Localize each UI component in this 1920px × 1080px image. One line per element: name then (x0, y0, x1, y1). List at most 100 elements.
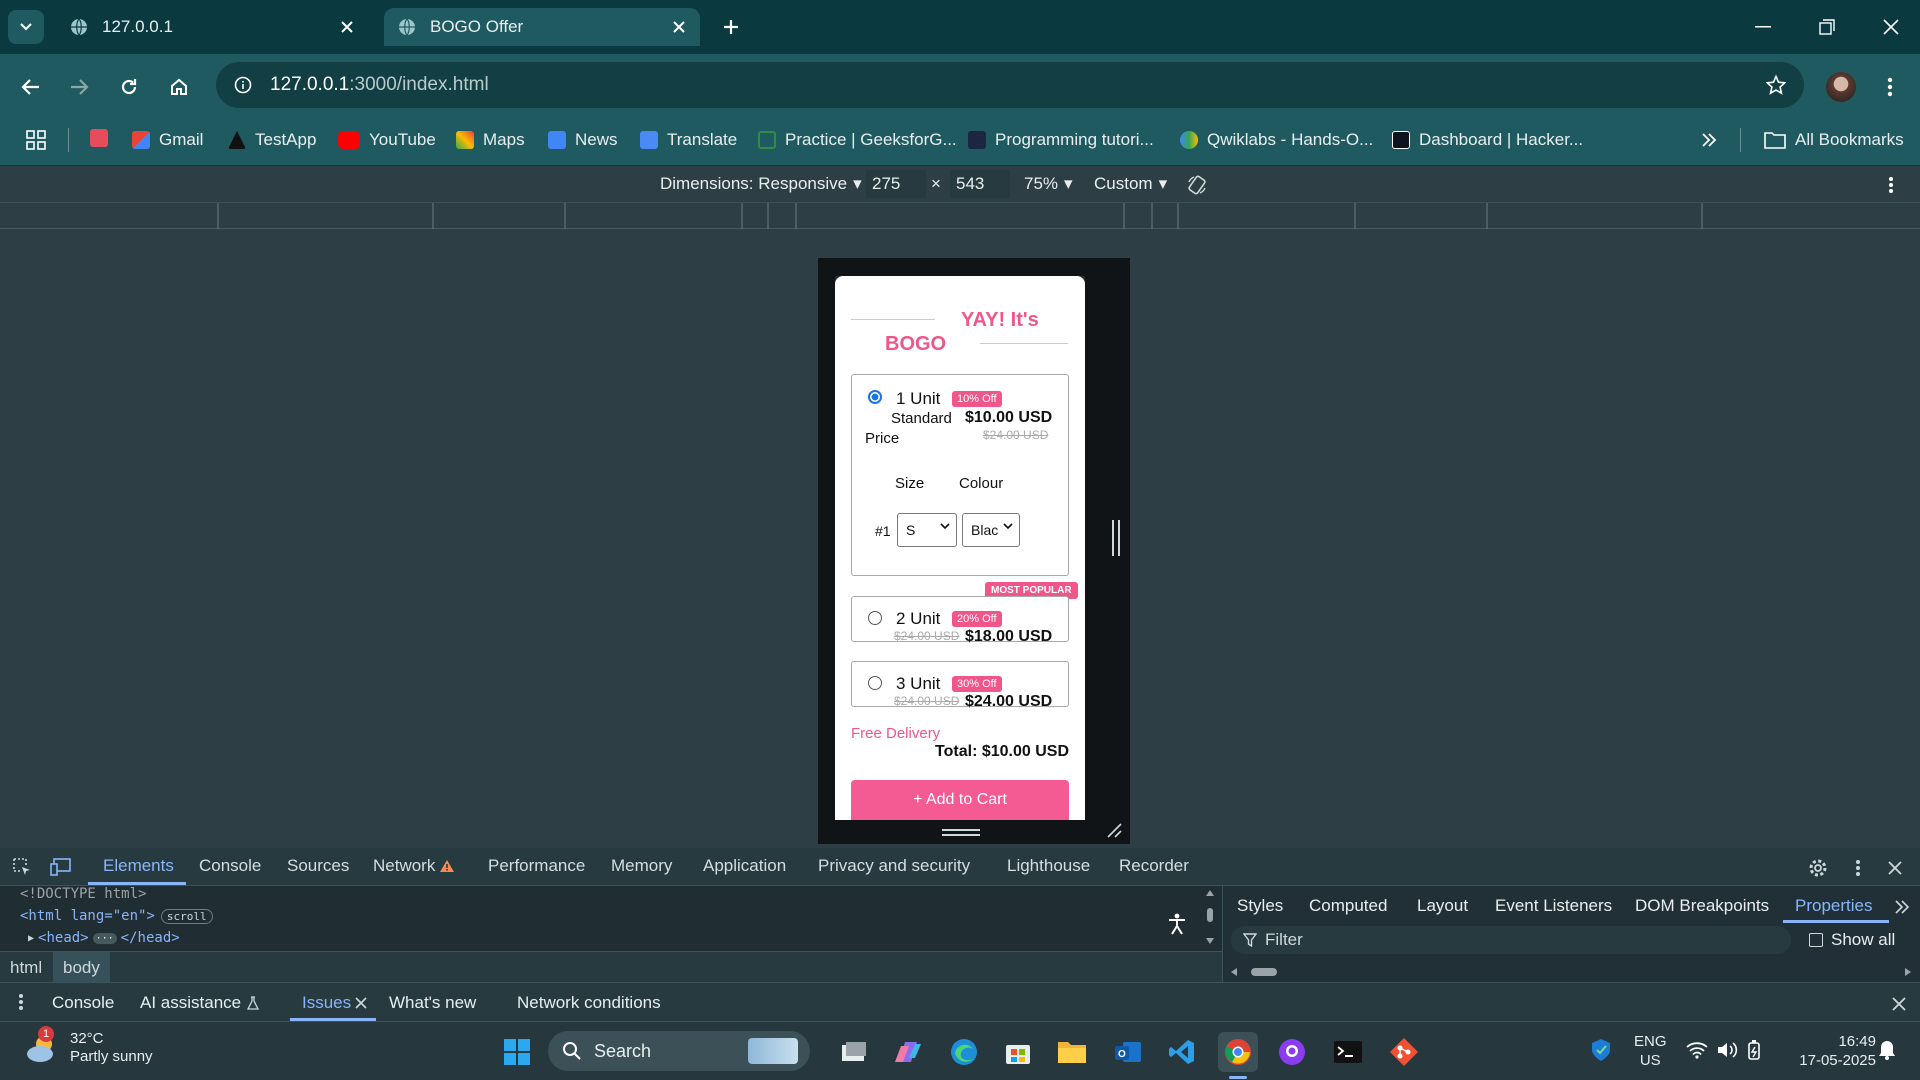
scrollbar-vertical[interactable] (1204, 888, 1216, 948)
drawer-tab-issues[interactable]: Issues (302, 993, 367, 1013)
notifications-icon[interactable] (1876, 1039, 1898, 1061)
devtools-menu-icon[interactable] (1848, 856, 1868, 880)
bookmark-news[interactable]: News (548, 120, 618, 160)
more-bookmarks-icon[interactable] (1696, 128, 1722, 152)
reload-button[interactable] (112, 70, 146, 104)
side-tab-properties[interactable]: Properties (1795, 896, 1872, 916)
device-toggle-icon[interactable] (48, 856, 74, 878)
filter-input[interactable]: Filter (1231, 926, 1791, 954)
width-input[interactable]: 275 (866, 170, 926, 198)
weather-widget[interactable]: 1 32°C Partly sunny (24, 1026, 153, 1066)
side-tab-styles[interactable]: Styles (1237, 896, 1283, 916)
tab-bogo-offer[interactable]: BOGO Offer (384, 8, 700, 46)
height-input[interactable]: 543 (950, 170, 1010, 198)
bookmark-translate[interactable]: Translate (640, 120, 737, 160)
restore-button[interactable] (1810, 12, 1844, 42)
add-to-cart-button[interactable]: + Add to Cart (851, 780, 1069, 820)
drawer-tab-whats-new[interactable]: What's new (389, 993, 476, 1013)
size-select[interactable]: S (897, 513, 957, 547)
language-indicator[interactable]: ENG US (1634, 1032, 1667, 1070)
tab-console[interactable]: Console (199, 856, 261, 876)
git-button[interactable] (1384, 1032, 1424, 1072)
bookmark-youtube[interactable]: YouTube (338, 120, 436, 160)
crumb-body[interactable]: body (53, 952, 110, 982)
pinterest-icon[interactable] (90, 129, 108, 147)
new-tab-button[interactable] (716, 12, 746, 42)
zoom-select[interactable]: 75% ▾ (1024, 174, 1073, 194)
task-view-button[interactable] (834, 1032, 874, 1072)
wifi-icon[interactable] (1686, 1041, 1708, 1059)
bookmark-qwiklabs[interactable]: Qwiklabs - Hands-O... (1180, 120, 1373, 160)
rotate-icon[interactable] (1184, 172, 1210, 198)
more-tabs-icon[interactable] (1891, 896, 1913, 918)
profile-avatar[interactable] (1826, 72, 1856, 102)
elements-tree[interactable]: <!DOCTYPE html> <html lang="en"> scroll ▶… (0, 886, 1222, 951)
ellipsis-icon[interactable]: ··· (92, 932, 117, 944)
tab-network[interactable]: Network (373, 856, 455, 876)
bookmark-testapp[interactable]: TestApp (228, 120, 316, 160)
bookmark-hackerrank[interactable]: Dashboard | Hacker... (1392, 120, 1583, 160)
tab-application[interactable]: Application (703, 856, 786, 876)
triangle-right-icon[interactable]: ▶ (28, 933, 34, 944)
tab-lighthouse[interactable]: Lighthouse (1007, 856, 1090, 876)
option-2-unit[interactable]: 2 Unit 20% Off $24.00 USD $18.00 USD (851, 596, 1069, 645)
address-bar[interactable]: 127.0.0.1:3000/index.html (216, 62, 1804, 108)
forward-button[interactable] (62, 70, 96, 104)
checkbox[interactable] (1809, 933, 1823, 947)
tab-memory[interactable]: Memory (611, 856, 672, 876)
bookmark-programming[interactable]: Programming tutori... (968, 120, 1154, 160)
home-button[interactable] (162, 70, 196, 104)
accessibility-icon[interactable] (1164, 910, 1190, 938)
html-node[interactable]: <html lang="en"> scroll (20, 908, 213, 924)
close-drawer-icon[interactable] (1888, 993, 1910, 1015)
throttle-select[interactable]: Custom ▾ (1094, 174, 1167, 194)
show-all-checkbox[interactable]: Show all (1809, 930, 1895, 950)
vscode-button[interactable] (1162, 1032, 1202, 1072)
tab-elements[interactable]: Elements (103, 856, 174, 876)
close-window-button[interactable] (1874, 12, 1908, 42)
media-query-bar[interactable] (0, 203, 1920, 229)
resize-handle-bottom[interactable] (942, 829, 980, 836)
resize-corner-icon[interactable] (1106, 822, 1122, 838)
back-button[interactable] (14, 70, 48, 104)
side-tab-computed[interactable]: Computed (1309, 896, 1387, 916)
bookmark-maps[interactable]: Maps (456, 120, 525, 160)
doctype-node[interactable]: <!DOCTYPE html> (20, 886, 146, 902)
side-tab-event-listeners[interactable]: Event Listeners (1495, 896, 1612, 916)
tab-privacy[interactable]: Privacy and security (818, 856, 970, 876)
scrollbar-horizontal[interactable] (1229, 966, 1913, 978)
defender-icon[interactable] (1590, 1038, 1614, 1062)
apps-grid-icon[interactable] (24, 128, 48, 152)
all-bookmarks-button[interactable]: All Bookmarks (1764, 120, 1904, 160)
chrome-button[interactable] (1218, 1032, 1258, 1072)
bookmark-gmail[interactable]: Gmail (132, 120, 203, 160)
inspect-icon[interactable] (10, 856, 34, 878)
tab-search-button[interactable] (8, 10, 44, 44)
settings-gear-icon[interactable] (1806, 856, 1830, 880)
scroll-badge[interactable]: scroll (160, 908, 213, 924)
radio-unselected[interactable] (868, 611, 882, 625)
tab-sources[interactable]: Sources (287, 856, 349, 876)
store-button[interactable] (998, 1032, 1038, 1072)
volume-icon[interactable] (1716, 1041, 1738, 1059)
menu-dots-icon[interactable] (1876, 72, 1904, 102)
head-node[interactable]: ▶ <head> ··· </head> (28, 930, 180, 946)
clock[interactable]: 16:49 17-05-2025 (1776, 1032, 1876, 1070)
close-icon[interactable] (340, 20, 354, 34)
resize-handle-right[interactable] (1112, 520, 1120, 556)
drawer-menu-icon[interactable] (12, 991, 30, 1013)
minimize-button[interactable] (1746, 12, 1780, 42)
option-1-unit[interactable]: 1 Unit 10% Off Standard $10.00 USD Price… (851, 374, 1069, 576)
file-explorer-button[interactable] (1052, 1032, 1092, 1072)
outlook-button[interactable]: O (1108, 1032, 1148, 1072)
drawer-tab-console[interactable]: Console (52, 993, 114, 1013)
edge-button[interactable] (944, 1032, 984, 1072)
close-devtools-icon[interactable] (1884, 856, 1906, 880)
tab-recorder[interactable]: Recorder (1119, 856, 1189, 876)
side-tab-layout[interactable]: Layout (1417, 896, 1468, 916)
more-options-icon[interactable] (1880, 172, 1902, 198)
radio-unselected[interactable] (868, 676, 882, 690)
crumb-html[interactable]: html (10, 958, 42, 978)
side-tab-dom-breakpoints[interactable]: DOM Breakpoints (1635, 896, 1769, 916)
taskbar-search[interactable]: Search (548, 1031, 810, 1071)
